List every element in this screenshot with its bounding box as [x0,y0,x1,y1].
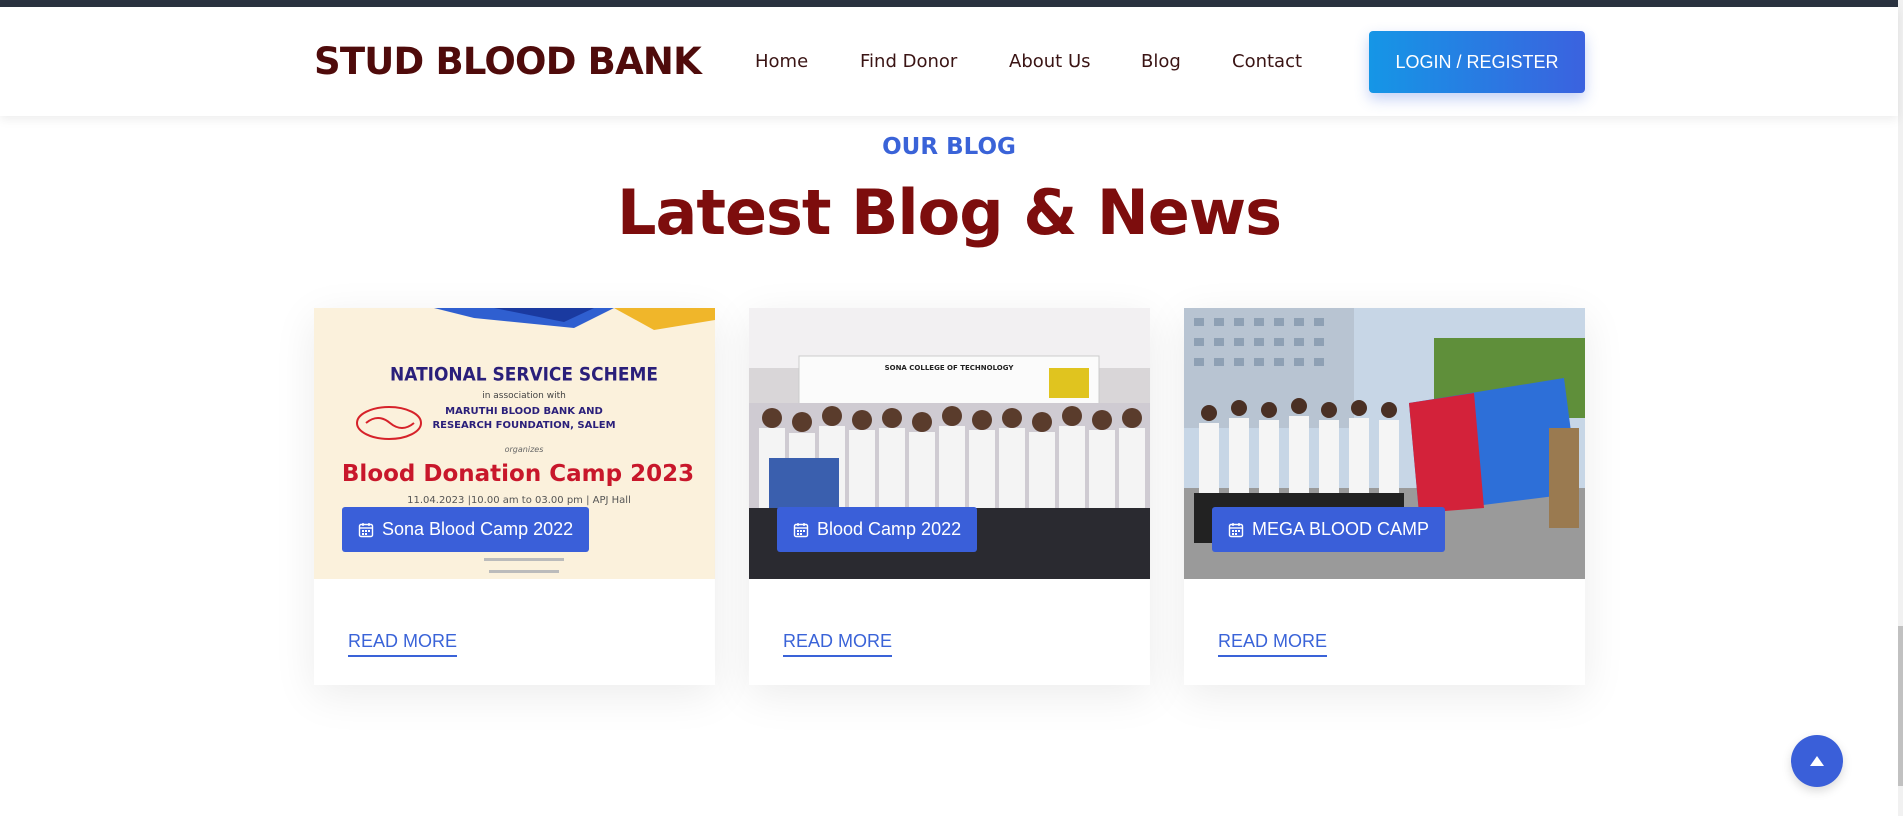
top-accent-bar [0,0,1903,7]
calendar-icon [793,522,809,537]
nav-home[interactable]: Home [755,51,808,72]
blog-card: MEGA BLOOD CAMP READ MORE [1184,308,1585,685]
calendar-icon [358,522,374,537]
nav-find-donor[interactable]: Find Donor [860,51,957,72]
blog-category-badge[interactable]: Sona Blood Camp 2022 [342,507,590,552]
blog-category-badge[interactable]: Blood Camp 2022 [777,507,978,552]
read-more-link[interactable]: READ MORE [783,631,893,657]
scrollbar-thumb[interactable] [1898,626,1903,786]
scroll-to-top-button[interactable] [1791,735,1843,787]
blog-card-image[interactable]: SONA COLLEGE OF TECHNOLOGY Blood Camp 20… [749,308,1150,579]
blog-card: NATIONAL SERVICE SCHEME in association w… [314,308,715,685]
poster-line2: in association with [482,391,566,401]
poster-line4: RESEARCH FOUNDATION, SALEM [432,420,615,431]
badge-label: MEGA BLOOD CAMP [1252,519,1430,539]
nav-about-us[interactable]: About Us [1009,51,1091,72]
poster-line6: Blood Donation Camp 2023 [342,461,694,487]
section-title: Latest Blog & News [617,176,1282,249]
read-more-link[interactable]: READ MORE [348,631,458,657]
blog-card-image[interactable]: MEGA BLOOD CAMP [1184,308,1585,579]
poster-line5: organizes [505,445,544,454]
calendar-icon [1228,522,1244,537]
site-logo[interactable]: STUD BLOOD BANK [314,40,702,83]
blog-card: SONA COLLEGE OF TECHNOLOGY Blood Camp 20… [749,308,1150,685]
site-header: STUD BLOOD BANK Home Find Donor About Us… [0,7,1898,116]
read-more-link[interactable]: READ MORE [1218,631,1328,657]
nav-blog[interactable]: Blog [1141,51,1181,72]
blog-category-badge[interactable]: MEGA BLOOD CAMP [1212,507,1446,552]
section-kicker: OUR BLOG [882,134,1016,160]
blog-card-image[interactable]: NATIONAL SERVICE SCHEME in association w… [314,308,715,579]
poster-line7: 11.04.2023 |10.00 am to 03.00 pm | APJ H… [407,495,631,506]
badge-label: Sona Blood Camp 2022 [382,519,574,539]
login-register-button[interactable]: LOGIN / REGISTER [1369,31,1585,93]
arrow-up-icon [1810,756,1824,766]
nav-contact[interactable]: Contact [1232,51,1302,72]
poster-line1: NATIONAL SERVICE SCHEME [390,364,658,386]
page-scrollbar[interactable] [1898,0,1903,816]
poster-line3: MARUTHI BLOOD BANK AND [445,406,603,417]
badge-label: Blood Camp 2022 [817,519,962,539]
banner-text: SONA COLLEGE OF TECHNOLOGY [885,364,1015,372]
